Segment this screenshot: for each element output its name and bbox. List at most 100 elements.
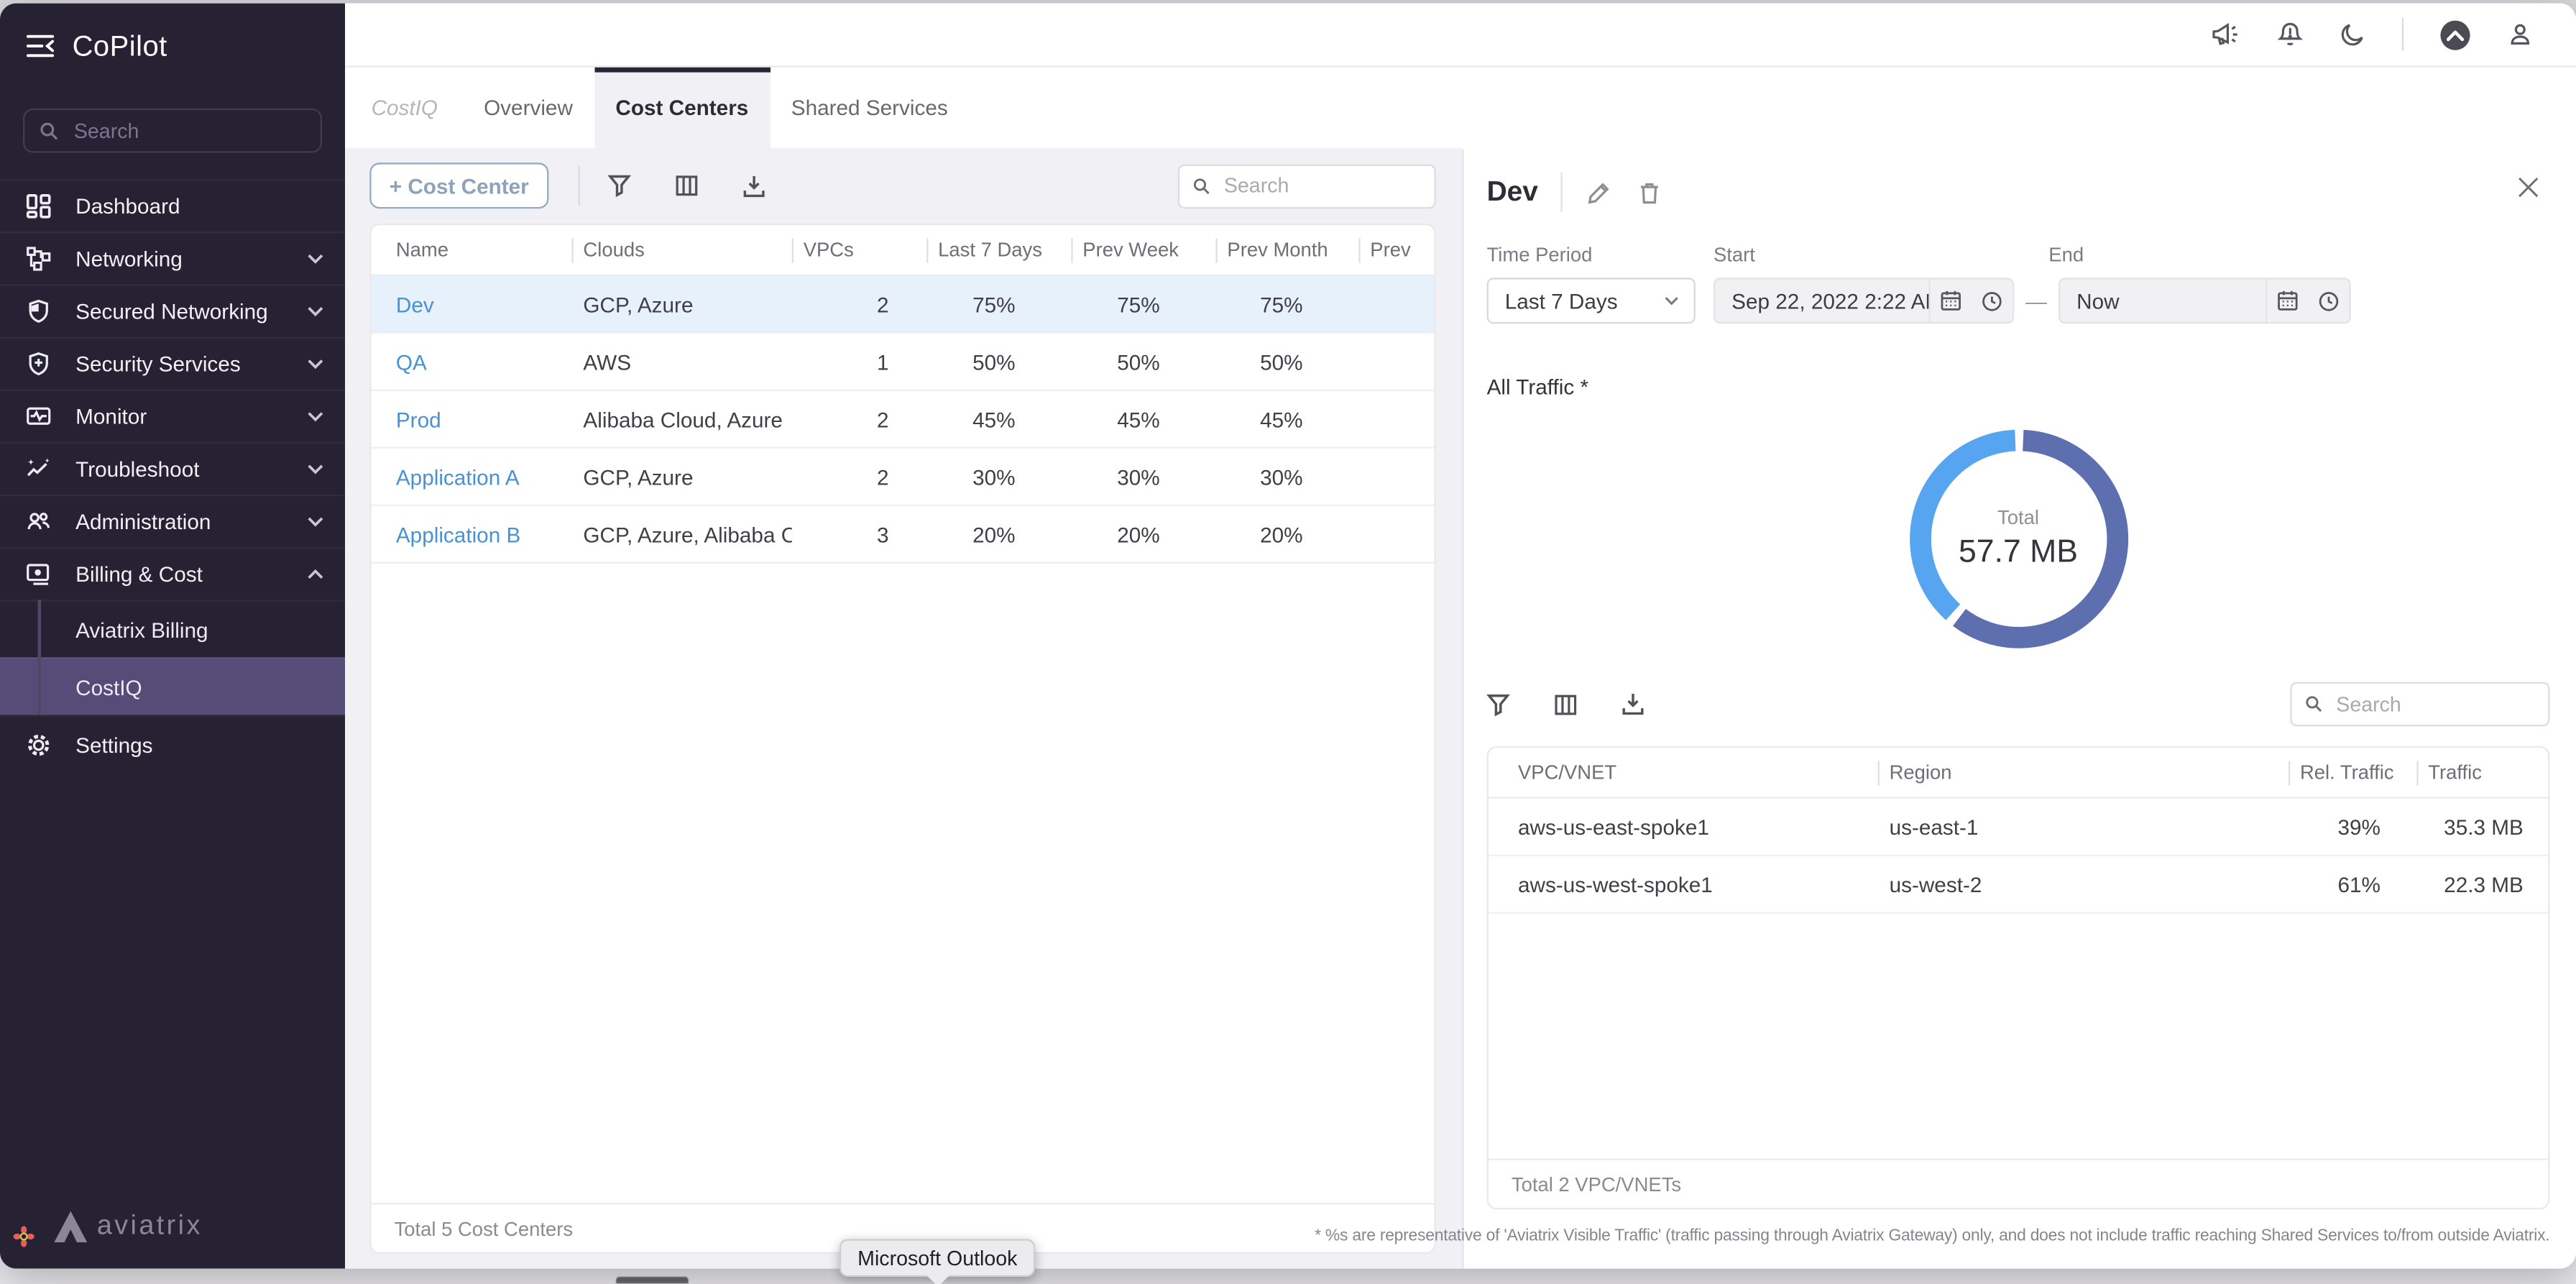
time-period-labels: Time Period Start End [1487, 243, 2550, 266]
column-header-clouds[interactable]: Clouds [571, 225, 791, 275]
table-row[interactable]: Prod Alibaba Cloud, Azure 2 45% 45% 45% [372, 391, 1435, 449]
column-header-rel-traffic[interactable]: Rel. Traffic [2288, 748, 2416, 797]
toolbar-divider [578, 166, 579, 206]
donut-center-value: 57.7 MB [1959, 534, 2078, 572]
cost-center-link[interactable]: Application B [372, 506, 572, 562]
sidebar-nav: Dashboard Networking [0, 179, 345, 774]
clock-icon[interactable] [2318, 290, 2340, 311]
cost-center-link[interactable]: Dev [372, 276, 572, 332]
sidebar-item-settings[interactable]: Settings [0, 715, 345, 774]
aviatrix-badge-icon[interactable] [2439, 19, 2470, 50]
column-header-vpc[interactable]: VPC/VNET [1489, 748, 1878, 797]
calendar-icon[interactable] [1940, 289, 1961, 312]
sidebar-item-secured-networking[interactable]: Secured Networking [0, 284, 345, 336]
sidebar-item-label: Dashboard [75, 194, 180, 219]
sidebar-subitem-label: Aviatrix Billing [75, 617, 208, 641]
sidebar-item-administration[interactable]: Administration [0, 495, 345, 547]
column-header-region[interactable]: Region [1878, 748, 2288, 797]
sidebar-item-networking[interactable]: Networking [0, 231, 345, 284]
columns-icon[interactable] [675, 174, 698, 197]
tab-shared-services[interactable]: Shared Services [770, 68, 969, 148]
calendar-icon[interactable] [2277, 289, 2299, 312]
all-traffic-donut-chart: Total 57.7 MB [1895, 416, 2142, 662]
start-datetime-input[interactable]: Sep 22, 2022 2:22 AM [1714, 278, 2014, 324]
cost-centers-search[interactable] [1178, 163, 1436, 208]
table-row[interactable]: aws-us-west-spoke1 us-west-2 61% 22.3 MB [1489, 856, 2548, 914]
input-divider [1928, 280, 1930, 322]
tab-bar: CostIQ Overview Cost Centers Shared Serv… [345, 68, 1462, 148]
start-label: Start [1714, 243, 2048, 266]
add-cost-center-button[interactable]: + Cost Center [369, 162, 548, 208]
sidebar-item-costiq[interactable]: CostIQ [0, 657, 345, 715]
sidebar-collapse-icon[interactable] [27, 35, 55, 58]
tab-overview[interactable]: Overview [462, 68, 594, 148]
time-period-select[interactable]: Last 7 Days [1487, 278, 1696, 324]
sidebar-item-aviatrix-billing[interactable]: Aviatrix Billing [0, 600, 345, 657]
shield-icon [27, 299, 51, 324]
end-datetime-input[interactable]: Now [2058, 278, 2351, 324]
filter-icon[interactable] [607, 174, 630, 197]
dashboard-icon [27, 194, 51, 219]
sidebar-item-label: Security Services [75, 352, 241, 376]
dock-tooltip: Microsoft Outlook [840, 1239, 1036, 1277]
column-header-prev-week[interactable]: Prev Week [1071, 225, 1215, 275]
filter-icon[interactable] [1487, 692, 1510, 715]
billing-icon [27, 562, 51, 587]
sidebar-item-label: Secured Networking [75, 299, 268, 324]
search-icon [40, 121, 59, 140]
table-header-row: Name Clouds VPCs Last 7 Days Prev Week P… [372, 225, 1435, 276]
columns-icon[interactable] [1554, 692, 1577, 715]
sidebar-item-troubleshoot[interactable]: Troubleshoot [0, 442, 345, 495]
profile-icon[interactable] [2507, 22, 2534, 48]
clock-icon[interactable] [1982, 290, 2003, 311]
search-icon [2305, 695, 2323, 713]
edit-pencil-icon[interactable] [1587, 180, 1611, 204]
tab-cost-centers[interactable]: Cost Centers [594, 68, 770, 148]
column-header-last7[interactable]: Last 7 Days [926, 225, 1071, 275]
title-divider [1561, 173, 1563, 212]
sidebar-item-dashboard[interactable]: Dashboard [0, 179, 345, 231]
vpc-search-input[interactable] [2333, 691, 2535, 717]
notifications-bell-icon[interactable] [2277, 21, 2304, 49]
column-header-traffic[interactable]: Traffic [2416, 748, 2548, 797]
table-row[interactable]: QA AWS 1 50% 50% 50% [372, 334, 1435, 391]
sidebar-search-input[interactable] [70, 117, 305, 144]
traffic-footnote: * %s are representative of 'Aviatrix Vis… [1315, 1227, 2549, 1245]
download-icon[interactable] [1622, 692, 1644, 716]
announcements-icon[interactable] [2212, 22, 2241, 48]
sidebar-item-security-services[interactable]: Security Services [0, 337, 345, 390]
sidebar-item-label: Monitor [75, 404, 147, 428]
sidebar-item-monitor[interactable]: Monitor [0, 390, 345, 442]
column-header-prev-month[interactable]: Prev Month [1215, 225, 1358, 275]
cost-centers-search-input[interactable] [1220, 173, 1421, 199]
table-row[interactable]: aws-us-east-spoke1 us-east-1 39% 35.3 MB [1489, 799, 2548, 856]
gear-icon [27, 733, 51, 757]
column-header-prev[interactable]: Prev [1358, 225, 1434, 275]
cost-centers-table: Name Clouds VPCs Last 7 Days Prev Week P… [369, 224, 1435, 1254]
column-header-vpcs[interactable]: VPCs [792, 225, 926, 275]
cost-centers-content: + Cost Center [345, 148, 1462, 1269]
start-value: Sep 22, 2022 2:22 AM [1715, 288, 1928, 313]
delete-trash-icon[interactable] [1638, 180, 1661, 204]
cost-center-link[interactable]: QA [372, 334, 572, 390]
cost-center-link[interactable]: Application A [372, 449, 572, 505]
sidebar-item-label: Billing & Cost [75, 562, 203, 587]
table-row[interactable]: Application B GCP, Azure, Alibaba C 3 20… [372, 506, 1435, 564]
sidebar-item-billing-cost[interactable]: Billing & Cost [0, 547, 345, 600]
all-traffic-label: All Traffic * [1487, 375, 2550, 399]
sidebar-search[interactable] [23, 109, 322, 153]
column-header-name[interactable]: Name [372, 225, 572, 275]
cost-center-link[interactable]: Prod [372, 391, 572, 447]
chevron-down-icon [1664, 295, 1679, 306]
trend-sparkle-icon [27, 457, 51, 481]
app-title: CoPilot [73, 29, 167, 63]
table-row[interactable]: Application A GCP, Azure 2 30% 30% 30% [372, 449, 1435, 506]
monitor-icon [27, 404, 51, 428]
cost-center-detail-panel: Dev Time Period Star [1462, 68, 2576, 1269]
vpc-search[interactable] [2290, 682, 2549, 727]
table-row[interactable]: Dev GCP, Azure 2 75% 75% 75% [372, 276, 1435, 334]
dark-mode-moon-icon[interactable] [2340, 22, 2366, 48]
close-icon[interactable] [2517, 176, 2540, 199]
time-period-controls: Last 7 Days Sep 22, 2022 2:22 AM [1487, 278, 2550, 324]
download-icon[interactable] [742, 173, 765, 198]
